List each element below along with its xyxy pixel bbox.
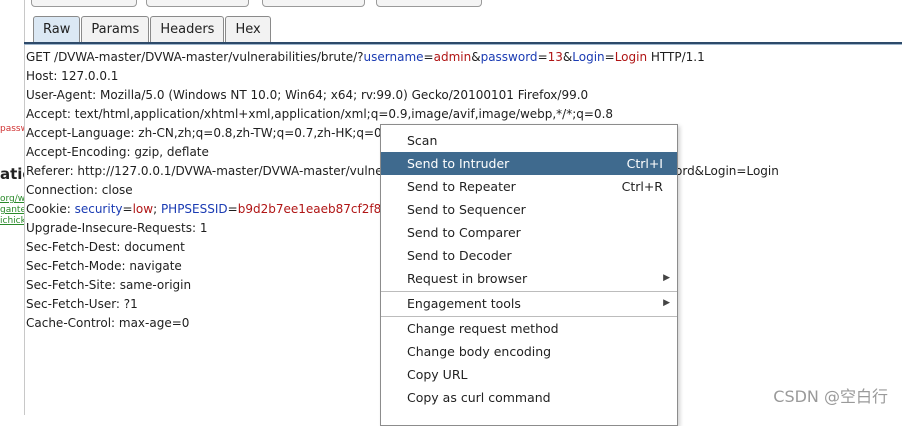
shortcut-label: Ctrl+R bbox=[621, 179, 663, 194]
watermark: CSDN @空白行 bbox=[773, 387, 888, 406]
tab-hex[interactable]: Hex bbox=[225, 16, 271, 42]
background-link[interactable]: ganten bbox=[0, 205, 24, 215]
request-line: GET /DVWA-master/DVWA-master/vulnerabili… bbox=[26, 50, 705, 64]
background-panel-top bbox=[0, 0, 24, 44]
background-title: ation bbox=[0, 165, 24, 183]
header-user-agent: User-Agent: Mozilla/5.0 (Windows NT 10.0… bbox=[26, 88, 589, 102]
background-panel: passw ation org/w ganten ichick bbox=[0, 0, 25, 415]
background-link[interactable]: org/w bbox=[0, 194, 24, 204]
menu-item-scan[interactable]: Scan bbox=[381, 129, 677, 152]
toolbar-button[interactable] bbox=[146, 0, 249, 7]
tab-divider-light bbox=[24, 44, 902, 45]
message-tabs: Raw Params Headers Hex bbox=[33, 16, 272, 42]
submenu-arrow-icon: ▶ bbox=[663, 273, 670, 283]
tab-params[interactable]: Params bbox=[81, 16, 150, 42]
menu-item-change-body-encoding[interactable]: Change body encoding bbox=[381, 340, 677, 363]
background-red-text: passw bbox=[0, 124, 24, 134]
menu-item-send-to-repeater[interactable]: Send to Repeater Ctrl+R bbox=[381, 175, 677, 198]
tab-headers[interactable]: Headers bbox=[150, 16, 225, 42]
menu-item-copy-as-curl[interactable]: Copy as curl command bbox=[381, 386, 677, 409]
tab-raw[interactable]: Raw bbox=[33, 16, 81, 42]
menu-item-copy-url[interactable]: Copy URL bbox=[381, 363, 677, 386]
toolbar-button[interactable] bbox=[376, 0, 482, 7]
menu-item-change-request-method[interactable]: Change request method bbox=[381, 317, 677, 340]
menu-item-send-to-decoder[interactable]: Send to Decoder bbox=[381, 244, 677, 267]
menu-item-request-in-browser[interactable]: Request in browser ▶ bbox=[381, 267, 677, 290]
background-link[interactable]: ichick bbox=[0, 216, 24, 226]
menu-item-send-to-sequencer[interactable]: Send to Sequencer bbox=[381, 198, 677, 221]
menu-item-engagement-tools[interactable]: Engagement tools ▶ bbox=[381, 292, 677, 315]
menu-item-send-to-comparer[interactable]: Send to Comparer bbox=[381, 221, 677, 244]
context-menu: Scan Send to Intruder Ctrl+I Send to Repe… bbox=[380, 124, 678, 426]
submenu-arrow-icon: ▶ bbox=[663, 298, 670, 308]
shortcut-label: Ctrl+I bbox=[626, 156, 663, 171]
toolbar-button[interactable] bbox=[31, 0, 137, 7]
toolbar-button[interactable] bbox=[262, 0, 365, 7]
header-host: Host: 127.0.0.1 bbox=[26, 69, 119, 83]
menu-item-send-to-intruder[interactable]: Send to Intruder Ctrl+I bbox=[381, 152, 677, 175]
header-accept: Accept: text/html,application/xhtml+xml,… bbox=[26, 107, 614, 121]
